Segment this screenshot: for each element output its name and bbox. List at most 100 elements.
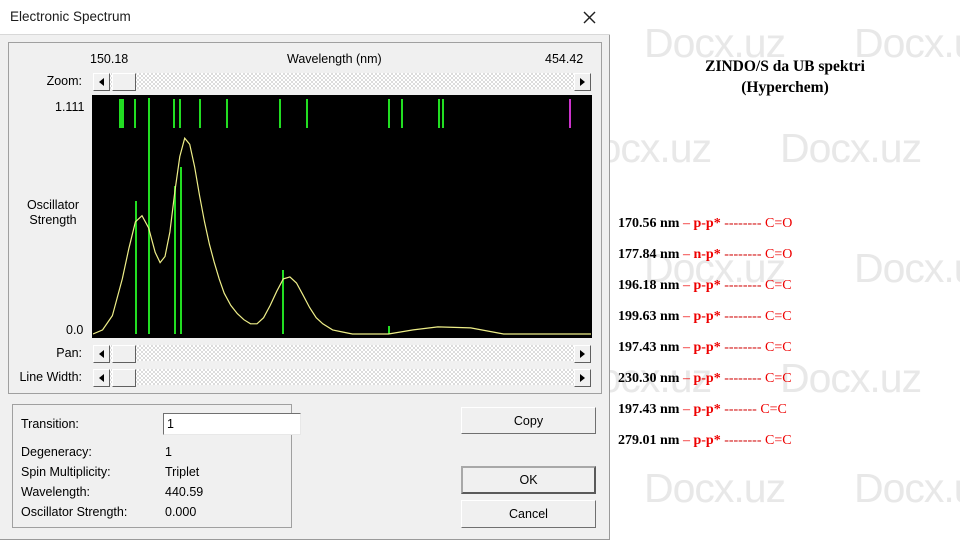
y-axis-max-label: 1.111 bbox=[55, 100, 85, 114]
annotation-title-line2: (Hyperchem) bbox=[741, 79, 829, 96]
transition-input[interactable] bbox=[163, 413, 301, 435]
transition-wavelength: 197.43 nm bbox=[618, 402, 683, 417]
transition-dash: – bbox=[682, 309, 694, 324]
pan-scrollbar-track[interactable] bbox=[92, 344, 592, 363]
transition-type: p-p* bbox=[693, 216, 721, 231]
pan-scroll-right-button[interactable] bbox=[574, 345, 591, 363]
degeneracy-label: Degeneracy: bbox=[21, 445, 92, 459]
electronic-spectrum-dialog: Electronic Spectrum 150.18 Wavelength (n… bbox=[0, 0, 610, 540]
transition-wavelength: 199.63 nm bbox=[618, 309, 683, 324]
transition-type: p-p* bbox=[693, 371, 721, 386]
transition-dots: -------- bbox=[720, 247, 765, 262]
degeneracy-value: 1 bbox=[165, 445, 172, 459]
annotation-title: ZINDO/S da UB spektri (Hyperchem) bbox=[610, 56, 960, 98]
transition-bond: C=O bbox=[764, 216, 793, 231]
transition-dash: – bbox=[682, 402, 694, 417]
arrow-left-icon bbox=[99, 78, 104, 86]
oscillator-strength-value: 0.000 bbox=[165, 505, 197, 519]
transition-label: Transition: bbox=[21, 417, 79, 431]
transition-annotation-row: 177.84 nm – n-p* -------- C=O bbox=[618, 247, 960, 263]
transition-wavelength: 177.84 nm bbox=[618, 247, 683, 262]
pan-scroll-thumb[interactable] bbox=[112, 345, 136, 363]
arrow-right-icon bbox=[580, 350, 585, 358]
zoom-control-row: Zoom: bbox=[14, 72, 592, 91]
arrow-left-icon bbox=[99, 374, 104, 382]
y-axis-title: Oscillator Strength bbox=[22, 198, 84, 228]
transition-dots: -------- bbox=[720, 309, 765, 324]
y-axis-title-line2: Strength bbox=[29, 213, 77, 227]
zoom-scroll-left-button[interactable] bbox=[93, 73, 110, 91]
spin-multiplicity-label: Spin Multiplicity: bbox=[21, 465, 111, 479]
spectrum-curve bbox=[93, 136, 591, 335]
transition-dots: ------- bbox=[720, 402, 761, 417]
arrow-right-icon bbox=[580, 374, 585, 382]
spectrum-plot[interactable] bbox=[92, 95, 592, 338]
transition-bond: C=O bbox=[764, 247, 793, 262]
dialog-title: Electronic Spectrum bbox=[10, 9, 131, 24]
zoom-scrollbar-track[interactable] bbox=[92, 72, 592, 91]
transition-type: p-p* bbox=[693, 433, 721, 448]
ok-button[interactable]: OK bbox=[461, 466, 596, 494]
transition-info-groupbox: Transition: Degeneracy: 1 Spin Multiplic… bbox=[12, 404, 301, 528]
transition-dots: -------- bbox=[720, 278, 765, 293]
transition-type: n-p* bbox=[693, 247, 721, 262]
transition-annotation-row: 230.30 nm – p-p* -------- C=C bbox=[618, 371, 960, 387]
transition-annotation-row: 196.18 nm – p-p* -------- C=C bbox=[618, 278, 960, 294]
transition-bond: C=C bbox=[760, 402, 787, 417]
line-width-scroll-left-button[interactable] bbox=[93, 369, 110, 387]
x-axis-max-label: 454.42 bbox=[545, 52, 584, 66]
line-width-scroll-right-button[interactable] bbox=[574, 369, 591, 387]
close-icon[interactable] bbox=[572, 3, 606, 32]
transition-wavelength: 197.43 nm bbox=[618, 340, 683, 355]
wavelength-value: 440.59 bbox=[165, 485, 204, 499]
arrow-left-icon bbox=[99, 350, 104, 358]
transition-type: p-p* bbox=[693, 340, 721, 355]
wavelength-label: Wavelength: bbox=[21, 485, 91, 499]
pan-label: Pan: bbox=[56, 346, 82, 360]
transition-wavelength: 170.56 nm bbox=[618, 216, 683, 231]
transition-annotation-row: 199.63 nm – p-p* -------- C=C bbox=[618, 309, 960, 325]
x-axis-min-label: 150.18 bbox=[90, 52, 129, 66]
line-width-scrollbar-track[interactable] bbox=[92, 368, 592, 387]
transition-bond: C=C bbox=[764, 340, 792, 355]
y-axis-min-label: 0.0 bbox=[66, 323, 84, 337]
transition-dots: -------- bbox=[720, 433, 765, 448]
pan-scroll-left-button[interactable] bbox=[93, 345, 110, 363]
y-axis-title-line1: Oscillator bbox=[26, 198, 80, 212]
annotation-title-line1: ZINDO/S da UB spektri bbox=[705, 58, 865, 75]
pan-control-row: Pan: bbox=[14, 344, 592, 363]
transition-type: p-p* bbox=[693, 309, 721, 324]
transition-wavelength: 230.30 nm bbox=[618, 371, 683, 386]
annotation-panel: ZINDO/S da UB spektri (Hyperchem) 170.56… bbox=[610, 0, 960, 540]
transition-dash: – bbox=[682, 216, 694, 231]
transition-wavelength: 279.01 nm bbox=[618, 433, 683, 448]
line-width-label: Line Width: bbox=[19, 370, 82, 384]
line-width-control-row: Line Width: bbox=[14, 368, 592, 387]
transition-annotation-row: 197.43 nm – p-p* ------- C=C bbox=[618, 402, 960, 418]
transition-wavelength: 196.18 nm bbox=[618, 278, 683, 293]
transition-dots: -------- bbox=[720, 340, 765, 355]
zoom-scroll-thumb[interactable] bbox=[112, 73, 136, 91]
transition-dash: – bbox=[682, 371, 694, 386]
transition-annotation-row: 197.43 nm – p-p* -------- C=C bbox=[618, 340, 960, 356]
zoom-scroll-right-button[interactable] bbox=[574, 73, 591, 91]
transition-annotation-row: 170.56 nm – p-p* -------- C=O bbox=[618, 216, 960, 232]
transition-dash: – bbox=[682, 247, 694, 262]
transition-dash: – bbox=[682, 278, 694, 293]
transition-bond: C=C bbox=[764, 433, 792, 448]
transition-bond: C=C bbox=[764, 309, 792, 324]
transition-annotation-row: 279.01 nm – p-p* -------- C=C bbox=[618, 433, 960, 449]
transition-bond: C=C bbox=[764, 278, 792, 293]
transition-dots: -------- bbox=[720, 216, 765, 231]
transition-type: p-p* bbox=[693, 278, 721, 293]
x-axis-title: Wavelength (nm) bbox=[287, 52, 382, 66]
dialog-titlebar: Electronic Spectrum bbox=[0, 0, 610, 35]
transition-bond: C=C bbox=[764, 371, 792, 386]
copy-button[interactable]: Copy bbox=[461, 407, 596, 434]
transition-dots: -------- bbox=[720, 371, 765, 386]
spin-multiplicity-value: Triplet bbox=[165, 465, 200, 479]
oscillator-strength-label: Oscillator Strength: bbox=[21, 505, 128, 519]
cancel-button[interactable]: Cancel bbox=[461, 500, 596, 528]
transition-dash: – bbox=[682, 340, 694, 355]
line-width-scroll-thumb[interactable] bbox=[112, 369, 136, 387]
